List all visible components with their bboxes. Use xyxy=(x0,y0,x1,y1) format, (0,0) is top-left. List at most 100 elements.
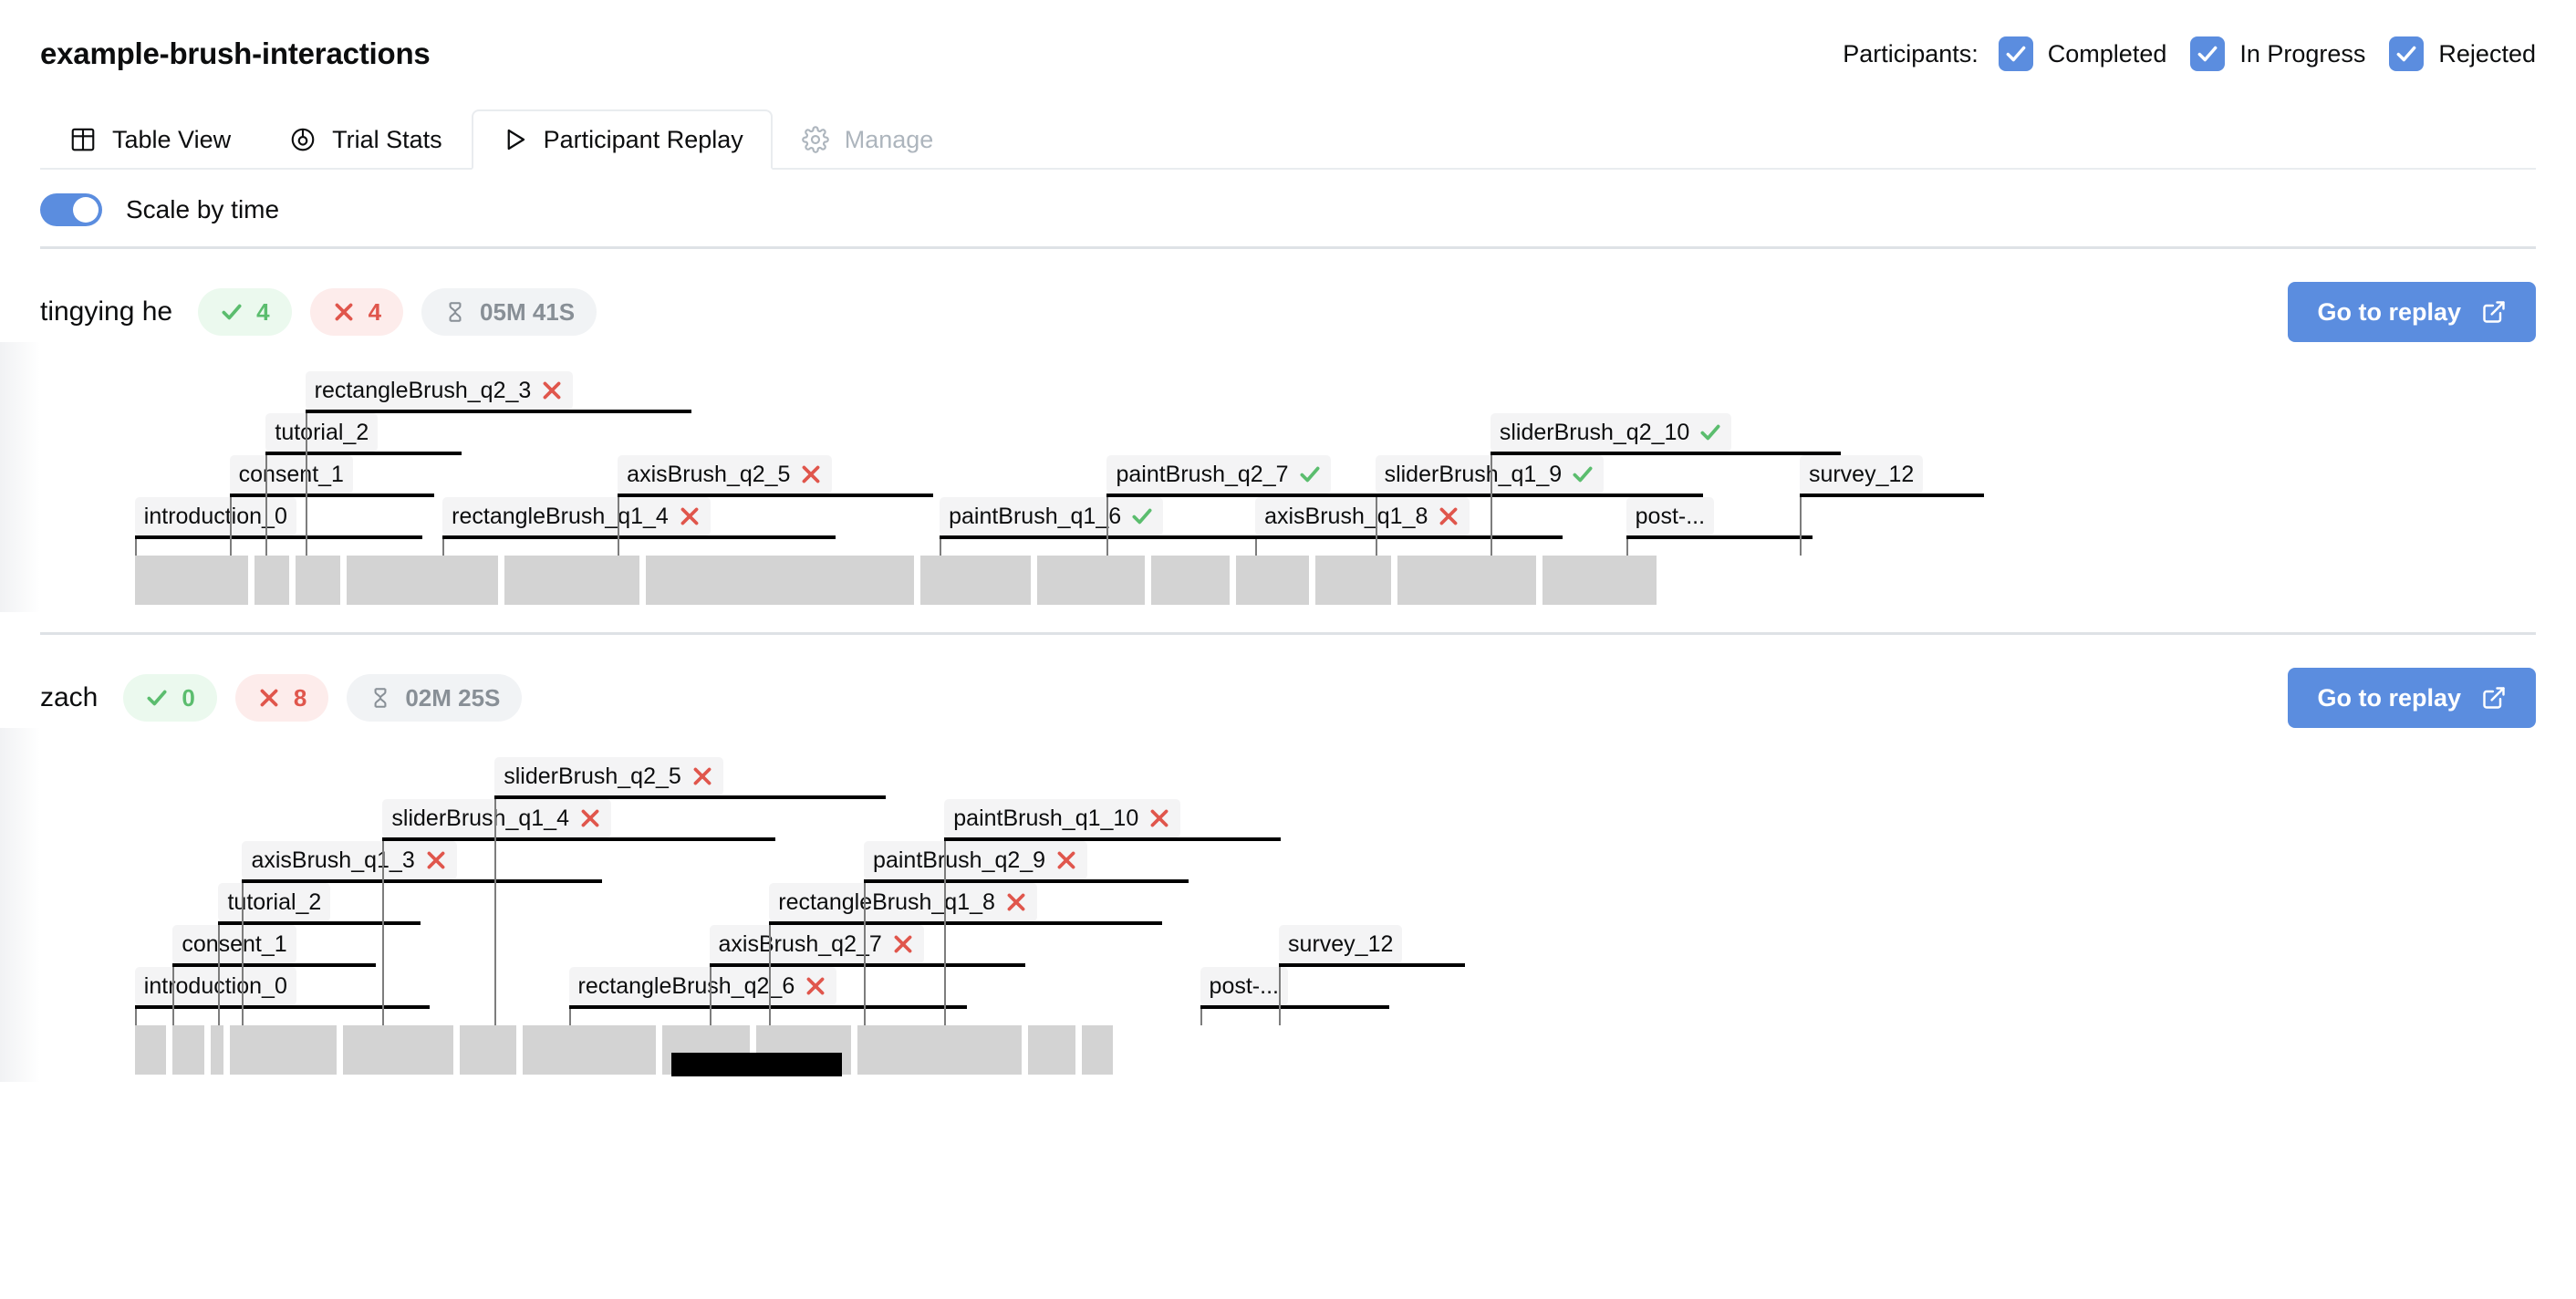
timeline-event-label[interactable]: paintBrush_q2_9 xyxy=(864,841,1088,879)
timeline-event-label[interactable]: post-... xyxy=(1200,967,1288,1005)
go-to-replay-button[interactable]: Go to replay xyxy=(2288,282,2536,342)
timeline-event-connector xyxy=(442,539,445,556)
timeline-event-name: rectangleBrush_q2_6 xyxy=(577,972,795,999)
timeline-event-label[interactable]: tutorial_2 xyxy=(265,413,379,452)
correct-count: 4 xyxy=(256,297,270,326)
filter-rejected-label: Rejected xyxy=(2438,39,2536,68)
timeline-event-label[interactable]: survey_12 xyxy=(1799,455,1924,494)
timeline-event-label[interactable]: paintBrush_q2_7 xyxy=(1106,455,1331,494)
timeline-event-connector xyxy=(1106,497,1109,556)
timeline-event-name: sliderBrush_q2_10 xyxy=(1499,419,1690,445)
timeline-event-name: axisBrush_q2_5 xyxy=(627,461,791,487)
timeline-event-label[interactable]: axisBrush_q2_7 xyxy=(709,925,924,963)
incorrect-count: 4 xyxy=(368,297,382,326)
timeline-event-underline xyxy=(769,921,1163,925)
tab-trial-stats[interactable]: Trial Stats xyxy=(260,109,472,170)
timeline-event-label[interactable]: consent_1 xyxy=(172,925,296,963)
tab-trial-stats-label: Trial Stats xyxy=(332,125,442,153)
timeline-event-connector xyxy=(568,1009,571,1025)
scale-by-time-control: Scale by time xyxy=(0,170,2576,226)
timeline-segment[interactable] xyxy=(460,1025,517,1075)
timeline-segment[interactable] xyxy=(296,556,340,605)
timeline-segment[interactable] xyxy=(504,556,640,605)
timeline-segment[interactable] xyxy=(1236,556,1309,605)
timeline-event-label[interactable]: introduction_0 xyxy=(134,497,296,535)
checkbox-in-progress[interactable] xyxy=(2190,36,2226,71)
timeline-segment[interactable] xyxy=(857,1025,1023,1075)
timeline-event-label[interactable]: rectangleBrush_q1_8 xyxy=(769,883,1037,921)
timeline-event-label[interactable]: sliderBrush_q1_9 xyxy=(1375,455,1605,494)
timeline-segment[interactable] xyxy=(134,1025,167,1075)
timeline-event-label[interactable]: axisBrush_q2_5 xyxy=(618,455,833,494)
timeline-event-label[interactable]: survey_12 xyxy=(1279,925,1403,963)
timeline-event-label[interactable]: axisBrush_q1_3 xyxy=(242,841,457,879)
timeline-segment[interactable] xyxy=(1542,556,1657,605)
timeline-event-label[interactable]: rectangleBrush_q2_6 xyxy=(568,967,837,1005)
timeline-segment[interactable] xyxy=(1027,1025,1075,1075)
timeline-segment[interactable] xyxy=(346,556,498,605)
timeline-event-underline xyxy=(944,837,1281,841)
timeline-event-underline xyxy=(568,1005,967,1009)
timeline-segment[interactable] xyxy=(210,1025,223,1075)
timeline-event-label[interactable]: rectangleBrush_q2_3 xyxy=(305,371,574,410)
timeline-segment[interactable] xyxy=(920,556,1032,605)
timeline-segment[interactable] xyxy=(646,556,915,605)
tab-participant-replay[interactable]: Participant Replay xyxy=(471,109,773,170)
timeline-event-label[interactable]: sliderBrush_q1_4 xyxy=(382,799,611,837)
timeline-segment[interactable] xyxy=(229,1025,338,1075)
filter-completed[interactable]: Completed xyxy=(1998,36,2166,71)
tab-table-view[interactable]: Table View xyxy=(40,109,260,170)
timeline-segment[interactable] xyxy=(523,1025,656,1075)
tab-manage-label: Manage xyxy=(844,125,934,153)
cross-icon xyxy=(1437,504,1460,528)
timeline-event-connector xyxy=(769,925,772,1025)
timeline-segment[interactable] xyxy=(1081,1025,1114,1075)
timeline-event-label[interactable]: tutorial_2 xyxy=(218,883,331,921)
timeline-event-underline xyxy=(1200,1005,1390,1009)
timeline-event-label[interactable]: introduction_0 xyxy=(134,967,296,1005)
checkbox-completed[interactable] xyxy=(1998,36,2033,71)
timeline-event-connector xyxy=(1200,1009,1202,1025)
timeline-segment[interactable] xyxy=(343,1025,454,1075)
timeline-segment[interactable] xyxy=(172,1025,204,1075)
go-to-replay-button[interactable]: Go to replay xyxy=(2288,668,2536,728)
participants-filter: Participants: Completed In Progress Reje… xyxy=(1843,36,2536,71)
timeline-event-label[interactable]: post-... xyxy=(1626,497,1715,535)
timeline-segment[interactable] xyxy=(1150,556,1231,605)
timeline-segment[interactable] xyxy=(1397,556,1537,605)
tab-participant-replay-label: Participant Replay xyxy=(543,125,743,153)
timeline-event-connector xyxy=(265,455,268,556)
timeline-event-label[interactable]: rectangleBrush_q1_4 xyxy=(442,497,711,535)
participant-name: tingying he xyxy=(40,296,173,327)
timeline-event-label[interactable]: paintBrush_q1_6 xyxy=(940,497,1164,535)
timeline-segment[interactable] xyxy=(1314,556,1391,605)
timeline-event-label[interactable]: consent_1 xyxy=(229,455,353,494)
timeline-segment[interactable] xyxy=(254,556,290,605)
timeline-event-name: survey_12 xyxy=(1288,930,1394,957)
timeline-segment[interactable] xyxy=(1037,556,1145,605)
cross-icon xyxy=(1004,890,1028,914)
correct-count: 0 xyxy=(182,683,195,712)
timeline-segment[interactable] xyxy=(134,556,249,605)
timeline-event-name: sliderBrush_q2_5 xyxy=(504,763,681,789)
checkbox-rejected[interactable] xyxy=(2389,36,2425,71)
timeline-event-label[interactable]: sliderBrush_q2_5 xyxy=(494,757,723,795)
timeline-event-label[interactable]: sliderBrush_q2_10 xyxy=(1490,413,1732,452)
timeline-event-connector xyxy=(382,841,385,1025)
cross-icon xyxy=(424,848,448,872)
timeline-event-underline xyxy=(229,494,435,497)
table-icon xyxy=(69,126,97,153)
scale-by-time-toggle[interactable] xyxy=(40,193,102,226)
timeline-event-connector xyxy=(1279,967,1282,1025)
timeline-event-name: paintBrush_q2_7 xyxy=(1116,461,1289,487)
incorrect-count-badge: 8 xyxy=(234,674,329,722)
participant-list: tingying he 4 4 05M 41S Go to replay introduc… xyxy=(0,249,2576,1082)
correct-count-badge: 4 xyxy=(198,288,292,336)
toggle-knob xyxy=(73,197,99,223)
timeline-selection-highlight[interactable] xyxy=(671,1053,842,1076)
filter-rejected[interactable]: Rejected xyxy=(2389,36,2536,71)
timeline-event-label[interactable]: axisBrush_q1_8 xyxy=(1255,497,1470,535)
timeline-event-label[interactable]: paintBrush_q1_10 xyxy=(944,799,1181,837)
check-icon xyxy=(1130,504,1154,528)
filter-in-progress[interactable]: In Progress xyxy=(2190,36,2365,71)
